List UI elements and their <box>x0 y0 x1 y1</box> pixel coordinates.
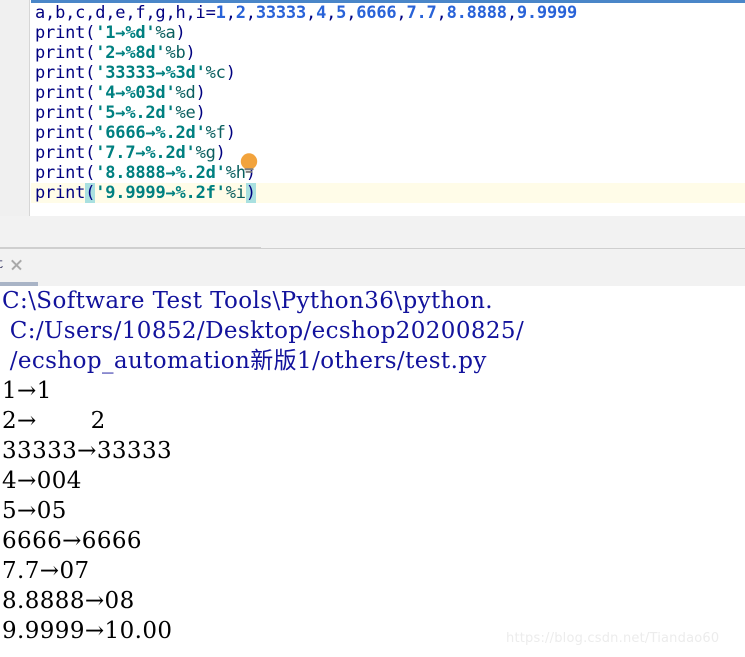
code-token: ) <box>215 143 226 163</box>
code-token: , <box>245 3 256 23</box>
code-token: , <box>396 3 407 23</box>
code-token: , <box>326 3 337 23</box>
code-token: ) <box>245 163 256 183</box>
editor-console-splitter[interactable] <box>0 216 745 249</box>
code-line[interactable]: print('1→%d'%a) <box>31 23 745 43</box>
code-line[interactable]: print('4→%03d'%d) <box>31 83 745 103</box>
code-token: '7.7→%.2d' <box>95 143 196 163</box>
code-token: ) <box>245 183 256 203</box>
code-token: , <box>306 3 317 23</box>
run-tab-test[interactable]: st <box>0 253 27 275</box>
splitter-seam-left <box>0 247 261 248</box>
console-output-line: 8.8888→08 <box>2 588 135 614</box>
code-token: ) <box>225 123 236 143</box>
code-token: 6666 <box>356 3 397 23</box>
code-line[interactable]: print('9.9999→%.2f'%i) <box>31 183 745 203</box>
code-token: print( <box>35 83 96 103</box>
code-token: , <box>225 3 236 23</box>
run-tab-label: st <box>0 256 3 272</box>
code-token: 4 <box>316 3 327 23</box>
code-token: print( <box>35 43 96 63</box>
console-path-line: C:\Software Test Tools\Python36\python. <box>2 288 493 314</box>
code-token: , <box>346 3 357 23</box>
code-token: ) <box>195 103 206 123</box>
code-token: '33333→%3d' <box>95 63 206 83</box>
code-token: %a <box>155 23 176 43</box>
code-token: %d <box>175 83 196 103</box>
code-token: '9.9999→%.2f' <box>95 183 226 203</box>
code-token: print( <box>35 103 96 123</box>
code-token: , <box>506 3 517 23</box>
code-line[interactable]: a,b,c,d,e,f,g,h,i=1,2,33333,4,5,6666,7.7… <box>31 3 745 23</box>
code-token: 2 <box>235 3 246 23</box>
code-token: a,b,c,d,e,f,g,h,i= <box>35 3 216 23</box>
code-token: ) <box>225 63 236 83</box>
code-token: print( <box>35 163 96 183</box>
watermark-text: https://blog.csdn.net/Tiandao60 <box>506 631 720 646</box>
console-output-line: 6666→6666 <box>2 528 142 554</box>
code-token: 9.9999 <box>516 3 578 23</box>
console-output-line: 4→004 <box>2 468 82 494</box>
code-line[interactable]: print('7.7→%.2d'%g) <box>31 143 745 163</box>
code-line[interactable]: print('2→%8d'%b) <box>31 43 745 63</box>
code-token: ) <box>175 23 186 43</box>
code-token: %e <box>175 103 196 123</box>
close-icon[interactable] <box>10 258 23 271</box>
code-token: '4→%03d' <box>95 83 176 103</box>
console-path-line: /ecshop_automation新版1/others/test.py <box>2 348 487 374</box>
code-token: %c <box>205 63 226 83</box>
code-token: print( <box>35 23 96 43</box>
code-token: '5→%.2d' <box>95 103 176 123</box>
code-token: %f <box>205 123 226 143</box>
console-output-line: 2→ 2 <box>2 408 106 434</box>
code-token: , <box>436 3 447 23</box>
code-token: 8.8888 <box>446 3 507 23</box>
code-token: ) <box>195 83 206 103</box>
console-output-line: 33333→33333 <box>2 438 173 464</box>
code-token: %h <box>225 163 246 183</box>
code-line[interactable]: print('8.8888→%.2d'%h) <box>31 163 745 183</box>
code-token: print( <box>35 123 96 143</box>
code-token: ) <box>185 43 196 63</box>
console-path-line: C:/Users/10852/Desktop/ecshop20200825/ <box>2 318 525 344</box>
code-token: '8.8888→%.2d' <box>95 163 226 183</box>
console-output-line: 1→1 <box>2 378 52 404</box>
run-panel-tabstrip[interactable]: st <box>0 249 745 286</box>
code-token: print( <box>35 63 96 83</box>
code-token: %b <box>165 43 186 63</box>
code-line[interactable]: print('6666→%.2d'%f) <box>31 123 745 143</box>
code-text-area[interactable]: a,b,c,d,e,f,g,h,i=1,2,33333,4,5,6666,7.7… <box>31 3 745 216</box>
console-output-line: 7.7→07 <box>2 558 90 584</box>
code-token: print <box>35 183 86 203</box>
code-token: '2→%8d' <box>95 43 166 63</box>
code-editor-pane[interactable]: a,b,c,d,e,f,g,h,i=1,2,33333,4,5,6666,7.7… <box>0 0 745 216</box>
code-token: 1 <box>215 3 226 23</box>
splitter-seam-gap <box>261 247 265 248</box>
code-token: %i <box>225 183 246 203</box>
run-console-output[interactable]: C:\Software Test Tools\Python36\python. … <box>0 286 745 657</box>
code-token: 33333 <box>255 3 307 23</box>
code-line[interactable]: print('33333→%3d'%c) <box>31 63 745 83</box>
code-token: 5 <box>336 3 347 23</box>
code-token: '6666→%.2d' <box>95 123 206 143</box>
code-token: '1→%d' <box>95 23 156 43</box>
code-token: %g <box>195 143 216 163</box>
code-token: 7.7 <box>406 3 437 23</box>
editor-gutter[interactable] <box>0 0 30 216</box>
code-token: print( <box>35 143 96 163</box>
code-token: ( <box>85 183 96 203</box>
code-line[interactable]: print('5→%.2d'%e) <box>31 103 745 123</box>
console-output-line: 5→05 <box>2 498 67 524</box>
